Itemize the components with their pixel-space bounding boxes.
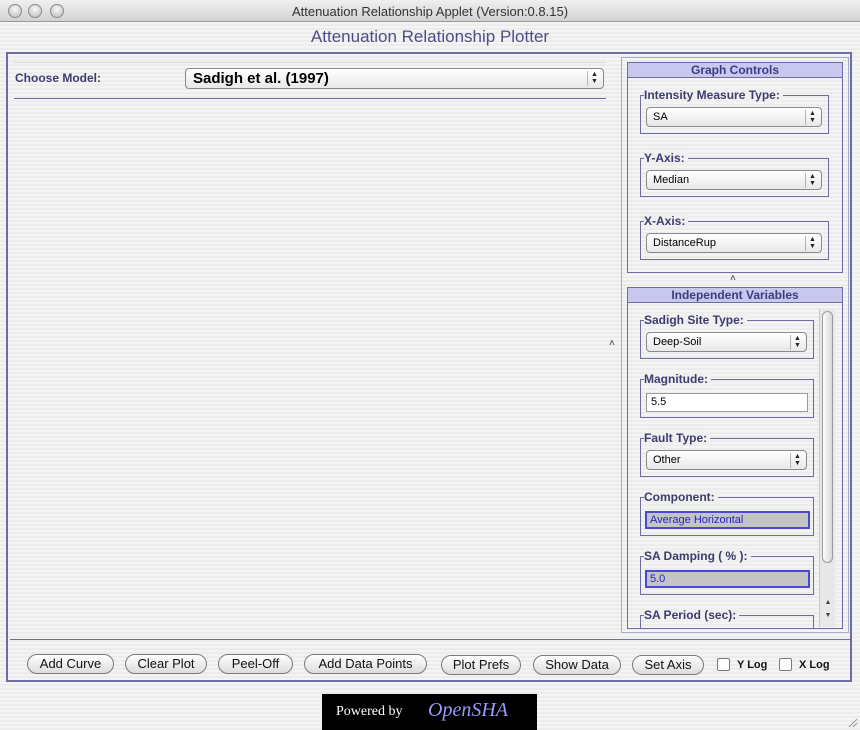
fault-type-label: Fault Type: <box>644 431 711 445</box>
magnitude-label: Magnitude: <box>644 372 711 386</box>
show-data-button[interactable]: Show Data <box>533 655 621 675</box>
select-arrows-icon: ▲ ▼ <box>805 110 819 125</box>
site-type-group: Sadigh Site Type: Deep-Soil ▲ ▼ <box>640 313 814 359</box>
component-group: Component: Average Horizontal <box>640 490 814 536</box>
select-arrows-icon: ▲ ▼ <box>790 453 804 468</box>
resize-grip-icon[interactable] <box>846 716 858 728</box>
intensity-measure-select[interactable]: SA ▲ ▼ <box>646 107 822 127</box>
graph-controls-title: Graph Controls <box>628 63 842 78</box>
y-axis-select[interactable]: Median ▲ ▼ <box>646 170 822 190</box>
scroll-down-icon[interactable]: ▼ <box>822 611 834 621</box>
clear-plot-button[interactable]: Clear Plot <box>125 654 207 674</box>
powered-by-text: Powered by <box>336 704 403 719</box>
variables-scrollbar[interactable]: ▲ ▼ <box>819 309 835 627</box>
set-axis-button[interactable]: Set Axis <box>632 655 704 675</box>
x-axis-label: X-Axis: <box>644 214 689 228</box>
graph-controls-panel: Graph Controls Intensity Measure Type: S… <box>627 62 843 273</box>
split-pane-caret-icon[interactable]: ˄ <box>609 338 615 349</box>
y-log-checkbox[interactable] <box>717 658 730 671</box>
fault-type-group: Fault Type: Other ▲ ▼ <box>640 431 814 477</box>
select-arrows-icon: ▲ ▼ <box>805 236 819 251</box>
peel-off-button[interactable]: Peel-Off <box>218 654 293 674</box>
window-title: Attenuation Relationship Applet (Version… <box>291 4 569 19</box>
sa-damping-field: 5.0 <box>645 570 810 588</box>
independent-variables-title: Independent Variables <box>628 288 842 303</box>
select-arrows-icon: ▲ ▼ <box>790 335 804 350</box>
fault-type-value: Other <box>653 454 681 466</box>
site-type-label: Sadigh Site Type: <box>644 313 747 327</box>
select-arrows-icon: ▲ ▼ <box>587 71 601 86</box>
x-axis-select[interactable]: DistanceRup ▲ ▼ <box>646 233 822 253</box>
model-divider-top <box>14 62 606 63</box>
app-heading: Attenuation Relationship Plotter <box>310 27 550 46</box>
magnitude-input[interactable]: 5.5 <box>646 393 808 412</box>
magnitude-group: Magnitude: 5.5 <box>640 372 814 418</box>
add-curve-button[interactable]: Add Curve <box>27 654 114 674</box>
sa-damping-label: SA Damping ( % ): <box>644 549 751 563</box>
sa-period-group: SA Period (sec): <box>640 608 814 628</box>
x-axis-group: X-Axis: DistanceRup ▲ ▼ <box>640 214 829 260</box>
add-data-points-button[interactable]: Add Data Points <box>304 654 427 674</box>
x-axis-value: DistanceRup <box>653 237 716 249</box>
intensity-measure-value: SA <box>653 111 668 123</box>
model-select[interactable]: Sadigh et al. (1997) ▲ ▼ <box>185 68 604 89</box>
toolbar-divider <box>10 639 850 640</box>
opensha-brand-text: OpenSHA <box>428 699 508 721</box>
window-titlebar: Attenuation Relationship Applet (Version… <box>0 0 860 22</box>
fault-type-select[interactable]: Other ▲ ▼ <box>646 450 807 470</box>
sa-period-label: SA Period (sec): <box>644 608 740 622</box>
model-divider <box>14 98 606 99</box>
side-split-caret-icon[interactable]: ˄ <box>730 273 736 284</box>
y-axis-value: Median <box>653 174 690 186</box>
y-log-label: Y Log <box>737 659 768 671</box>
independent-variables-panel: Independent Variables Sadigh Site Type: … <box>627 287 843 629</box>
site-type-select[interactable]: Deep-Soil ▲ ▼ <box>646 332 807 352</box>
scroll-up-icon[interactable]: ▲ <box>822 598 834 608</box>
x-log-label: X Log <box>799 659 830 671</box>
plot-area[interactable] <box>14 102 606 630</box>
sa-damping-group: SA Damping ( % ): 5.0 <box>640 549 814 595</box>
plot-prefs-button[interactable]: Plot Prefs <box>441 655 521 675</box>
opensha-logo: Powered by OpenSHA <box>322 694 537 730</box>
site-type-value: Deep-Soil <box>653 336 702 348</box>
component-field: Average Horizontal <box>645 511 810 529</box>
x-log-checkbox[interactable] <box>779 658 792 671</box>
intensity-measure-group: Intensity Measure Type: SA ▲ ▼ <box>640 88 829 134</box>
select-arrows-icon: ▲ ▼ <box>805 173 819 188</box>
intensity-measure-label: Intensity Measure Type: <box>644 88 783 102</box>
y-axis-group: Y-Axis: Median ▲ ▼ <box>640 151 829 197</box>
component-label: Component: <box>644 490 718 504</box>
y-axis-label: Y-Axis: <box>644 151 688 165</box>
model-select-value: Sadigh et al. (1997) <box>193 70 329 87</box>
choose-model-label: Choose Model: <box>15 71 101 85</box>
scrollbar-thumb[interactable] <box>822 311 833 563</box>
